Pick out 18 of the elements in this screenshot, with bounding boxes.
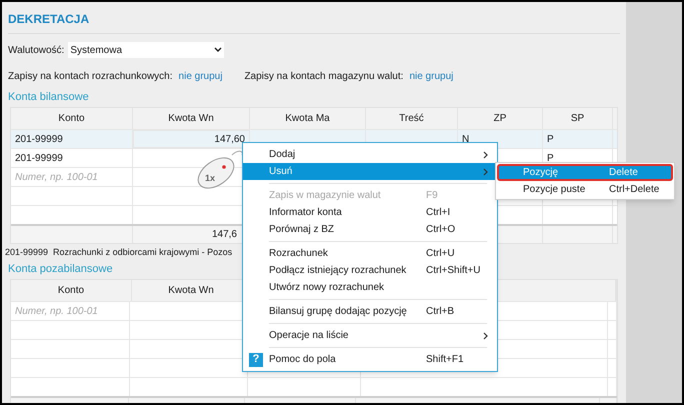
table-cell: 201-99999 xyxy=(15,152,63,164)
group-title: Konta bilansowe xyxy=(8,91,89,103)
click-count-label: 1x xyxy=(205,172,216,185)
table-cell: P xyxy=(547,152,554,164)
grouping-label: Zapisy na kontach magazynu walut: xyxy=(244,70,404,83)
table-cell: 201-99999 xyxy=(15,132,63,146)
table-cell: Numer, np. 100-01 xyxy=(15,170,98,184)
account-description: 201-99999 Rozrachunki z odbiorcami krajowymi - Pozos xyxy=(5,247,232,257)
group-title: Konta pozabilansowe xyxy=(8,263,113,275)
section-title: DEKRETACJA xyxy=(8,12,90,26)
help-icon: ? xyxy=(249,352,263,366)
table-cell: 147,60 xyxy=(214,132,245,146)
total-cell: 147,6 xyxy=(212,228,237,241)
table-cell: Numer, np. 100-01 xyxy=(15,304,98,318)
table-cell: P xyxy=(547,132,554,146)
table-cell: N xyxy=(462,132,470,146)
grouping-label: Zapisy na kontach rozrachunkowych: xyxy=(8,70,173,83)
currency-label: Walutowość: xyxy=(8,44,64,56)
